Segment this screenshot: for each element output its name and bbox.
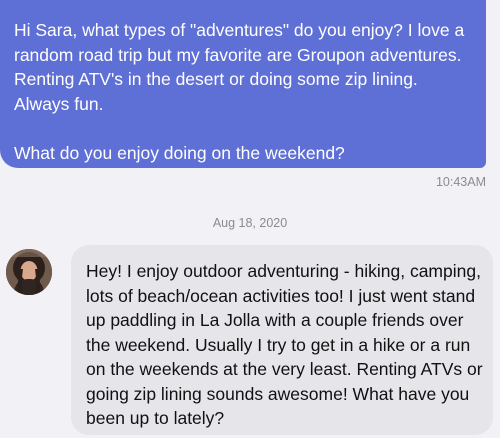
profile-photo-icon: [6, 249, 52, 295]
avatar[interactable]: [6, 249, 52, 295]
message-thread: Hi Sara, what types of "adventures" do y…: [0, 0, 500, 438]
message-timestamp: 10:43AM: [435, 175, 486, 189]
date-divider: Aug 18, 2020: [212, 216, 288, 230]
incoming-message-bubble[interactable]: Hey! I enjoy outdoor adventuring - hikin…: [71, 245, 493, 435]
outgoing-message-bubble[interactable]: Hi Sara, what types of "adventures" do y…: [0, 0, 486, 168]
